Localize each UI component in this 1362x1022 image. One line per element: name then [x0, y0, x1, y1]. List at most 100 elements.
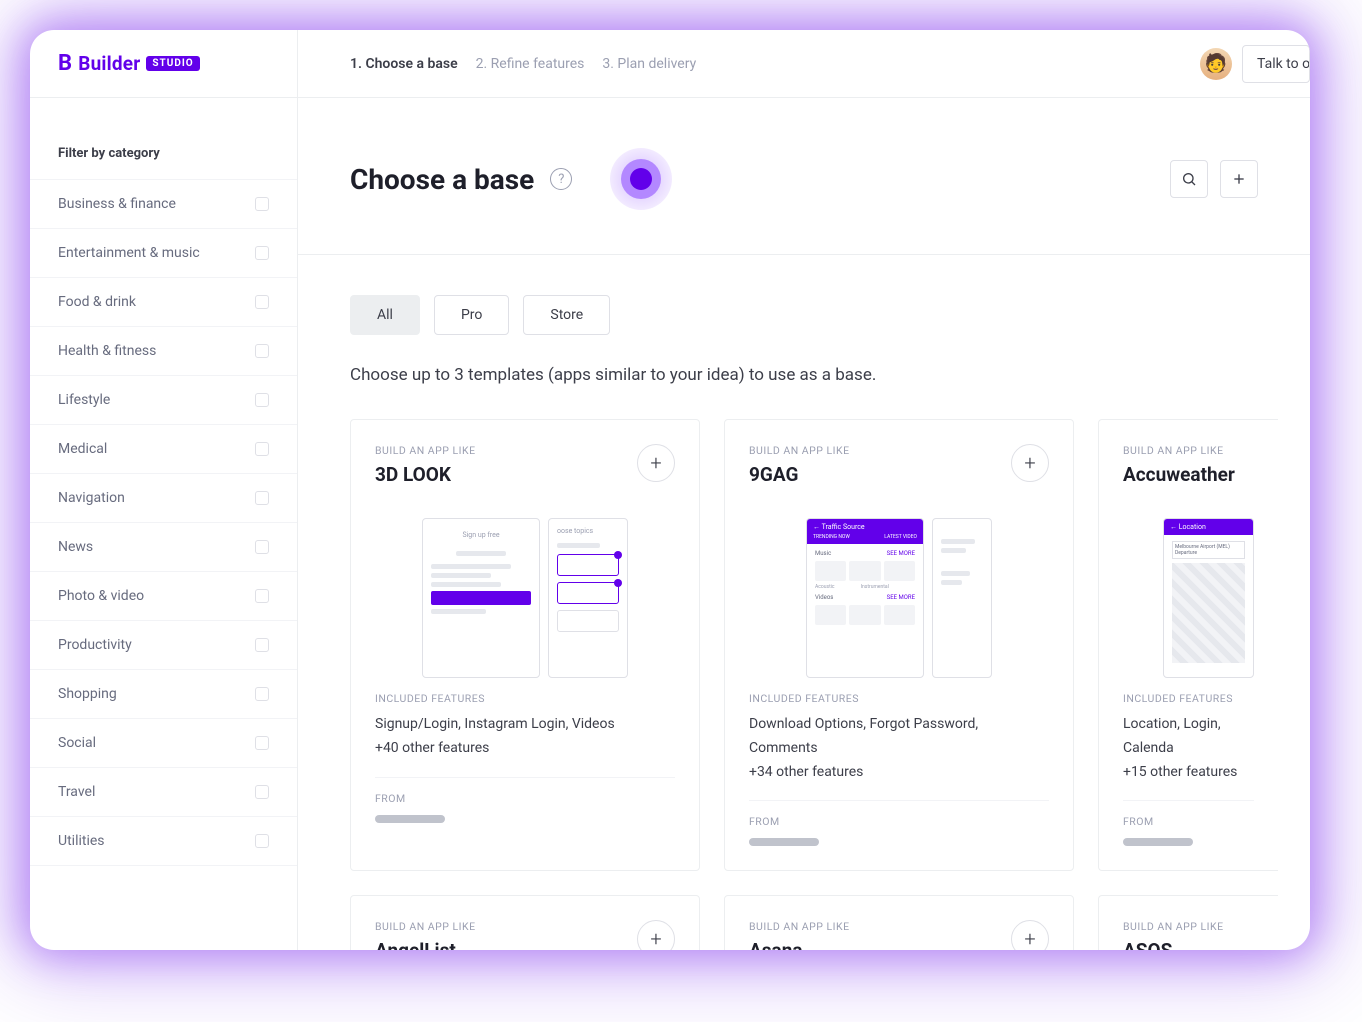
- category-label: Entertainment & music: [58, 245, 200, 261]
- category-medical[interactable]: Medical: [30, 424, 297, 473]
- template-name: 3D LOOK: [375, 463, 476, 486]
- checkbox-icon[interactable]: [255, 197, 269, 211]
- price-skeleton: [375, 815, 445, 823]
- checkbox-icon[interactable]: [255, 344, 269, 358]
- category-news[interactable]: News: [30, 522, 297, 571]
- included-label: INCLUDED FEATURES: [1123, 692, 1254, 705]
- template-cards-row-2: BUILD AN APP LIKE AngelList + BUILD AN A…: [350, 895, 1310, 950]
- template-cards-row: BUILD AN APP LIKE 3D LOOK + Sign up free: [350, 419, 1310, 871]
- add-button[interactable]: [1220, 160, 1258, 198]
- category-label: Shopping: [58, 686, 117, 702]
- brand-badge: STUDIO: [146, 56, 199, 71]
- checkbox-icon[interactable]: [255, 540, 269, 554]
- category-sidebar: Filter by category Business & finance En…: [30, 98, 298, 950]
- category-social[interactable]: Social: [30, 718, 297, 767]
- template-name: ASOS: [1123, 939, 1224, 950]
- page-title: Choose a base: [350, 163, 534, 196]
- category-label: Photo & video: [58, 588, 144, 604]
- checkbox-icon[interactable]: [255, 785, 269, 799]
- price-skeleton: [749, 838, 819, 846]
- search-button[interactable]: [1170, 160, 1208, 198]
- add-template-button[interactable]: +: [1011, 920, 1049, 950]
- checkbox-icon[interactable]: [255, 442, 269, 456]
- build-like-label: BUILD AN APP LIKE: [749, 920, 850, 933]
- add-template-button[interactable]: +: [637, 444, 675, 482]
- checkbox-icon[interactable]: [255, 687, 269, 701]
- category-shopping[interactable]: Shopping: [30, 669, 297, 718]
- price-skeleton: [1123, 838, 1193, 846]
- brand-b-icon: B: [58, 51, 72, 76]
- plus-icon: [1231, 171, 1247, 187]
- checkbox-icon[interactable]: [255, 638, 269, 652]
- filter-tabs: All Pro Store: [350, 295, 1310, 335]
- add-template-button[interactable]: +: [1011, 444, 1049, 482]
- logo-area: B Builder STUDIO: [30, 30, 298, 97]
- build-like-label: BUILD AN APP LIKE: [749, 444, 850, 457]
- build-like-label: BUILD AN APP LIKE: [375, 920, 476, 933]
- tab-store[interactable]: Store: [523, 295, 610, 335]
- category-travel[interactable]: Travel: [30, 767, 297, 816]
- category-lifestyle[interactable]: Lifestyle: [30, 375, 297, 424]
- included-label: INCLUDED FEATURES: [749, 692, 1049, 705]
- build-like-label: BUILD AN APP LIKE: [1123, 444, 1235, 457]
- talk-to-button[interactable]: Talk to o: [1242, 45, 1310, 83]
- category-label: Productivity: [58, 637, 132, 653]
- app-header: B Builder STUDIO 1. Choose a base 2. Refi…: [30, 30, 1310, 98]
- pulse-indicator[interactable]: [610, 148, 672, 210]
- checkbox-icon[interactable]: [255, 393, 269, 407]
- category-utilities[interactable]: Utilities: [30, 816, 297, 866]
- from-label: FROM: [375, 792, 675, 805]
- features-list: Download Options, Forgot Password, Comme…: [749, 713, 1049, 784]
- template-card-asana[interactable]: BUILD AN APP LIKE Asana +: [724, 895, 1074, 950]
- template-card-angellist[interactable]: BUILD AN APP LIKE AngelList +: [350, 895, 700, 950]
- category-label: Lifestyle: [58, 392, 110, 408]
- category-label: Business & finance: [58, 196, 176, 212]
- tab-pro[interactable]: Pro: [434, 295, 509, 335]
- template-card-3dlook[interactable]: BUILD AN APP LIKE 3D LOOK + Sign up free: [350, 419, 700, 871]
- template-card-9gag[interactable]: BUILD AN APP LIKE 9GAG + ← Traffic Sourc…: [724, 419, 1074, 871]
- page-subtitle: Choose up to 3 templates (apps similar t…: [350, 365, 1310, 385]
- category-business-finance[interactable]: Business & finance: [30, 179, 297, 228]
- avatar[interactable]: 🧑: [1200, 48, 1232, 80]
- filter-title: Filter by category: [30, 146, 297, 179]
- category-label: News: [58, 539, 93, 555]
- template-preview: ← Traffic Source TRENDING NOW LATEST VID…: [749, 508, 1049, 678]
- add-template-button[interactable]: +: [637, 920, 675, 950]
- category-label: Health & fitness: [58, 343, 156, 359]
- wizard-steps: 1. Choose a base 2. Refine features 3. P…: [298, 56, 696, 72]
- checkbox-icon[interactable]: [255, 295, 269, 309]
- step-choose-base[interactable]: 1. Choose a base: [350, 56, 458, 72]
- template-card-accuweather[interactable]: BUILD AN APP LIKE Accuweather ← Location…: [1098, 419, 1278, 871]
- template-card-asos[interactable]: BUILD AN APP LIKE ASOS: [1098, 895, 1278, 950]
- category-label: Medical: [58, 441, 107, 457]
- template-name: AngelList: [375, 939, 476, 950]
- brand-logo[interactable]: B Builder STUDIO: [58, 51, 200, 76]
- step-refine-features[interactable]: 2. Refine features: [476, 56, 585, 72]
- template-preview: Sign up free oose topics: [375, 508, 675, 678]
- category-entertainment-music[interactable]: Entertainment & music: [30, 228, 297, 277]
- category-label: Utilities: [58, 833, 105, 849]
- from-label: FROM: [1123, 815, 1254, 828]
- included-label: INCLUDED FEATURES: [375, 692, 675, 705]
- category-label: Social: [58, 735, 96, 751]
- category-navigation[interactable]: Navigation: [30, 473, 297, 522]
- checkbox-icon[interactable]: [255, 491, 269, 505]
- category-productivity[interactable]: Productivity: [30, 620, 297, 669]
- category-label: Food & drink: [58, 294, 136, 310]
- category-food-drink[interactable]: Food & drink: [30, 277, 297, 326]
- features-list: Signup/Login, Instagram Login, Videos +4…: [375, 713, 675, 761]
- checkbox-icon[interactable]: [255, 589, 269, 603]
- category-health-fitness[interactable]: Health & fitness: [30, 326, 297, 375]
- checkbox-icon[interactable]: [255, 736, 269, 750]
- tab-all[interactable]: All: [350, 295, 420, 335]
- checkbox-icon[interactable]: [255, 246, 269, 260]
- template-preview: ← Location Melbourne Airport (MEL) Depar…: [1123, 508, 1254, 678]
- brand-name: Builder: [78, 52, 140, 75]
- features-list: Location, Login, Calenda +15 other featu…: [1123, 713, 1254, 784]
- checkbox-icon[interactable]: [255, 834, 269, 848]
- category-photo-video[interactable]: Photo & video: [30, 571, 297, 620]
- category-label: Travel: [58, 784, 95, 800]
- search-icon: [1181, 171, 1197, 187]
- help-icon[interactable]: ?: [550, 168, 572, 190]
- step-plan-delivery[interactable]: 3. Plan delivery: [602, 56, 696, 72]
